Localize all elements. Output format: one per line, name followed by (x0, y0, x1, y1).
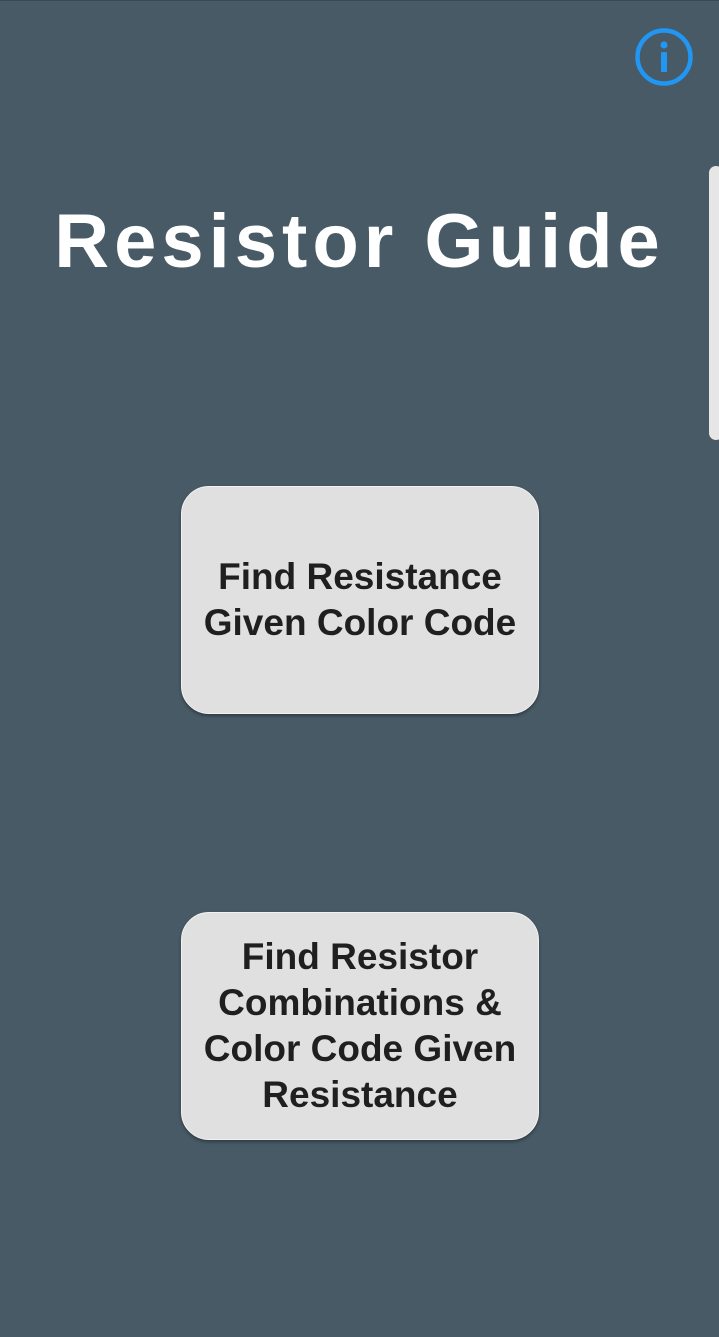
page-title: Resistor Guide (54, 199, 665, 284)
side-scroll-handle[interactable] (709, 166, 719, 440)
status-divider (0, 0, 719, 1)
find-resistance-button[interactable]: Find Resistance Given Color Code (181, 486, 539, 714)
info-button[interactable] (635, 28, 693, 86)
info-circle-icon (635, 28, 693, 86)
find-combinations-label: Find Resistor Combinations & Color Code … (203, 936, 517, 1115)
find-resistance-label: Find Resistance Given Color Code (203, 556, 517, 643)
find-combinations-button[interactable]: Find Resistor Combinations & Color Code … (181, 912, 539, 1140)
